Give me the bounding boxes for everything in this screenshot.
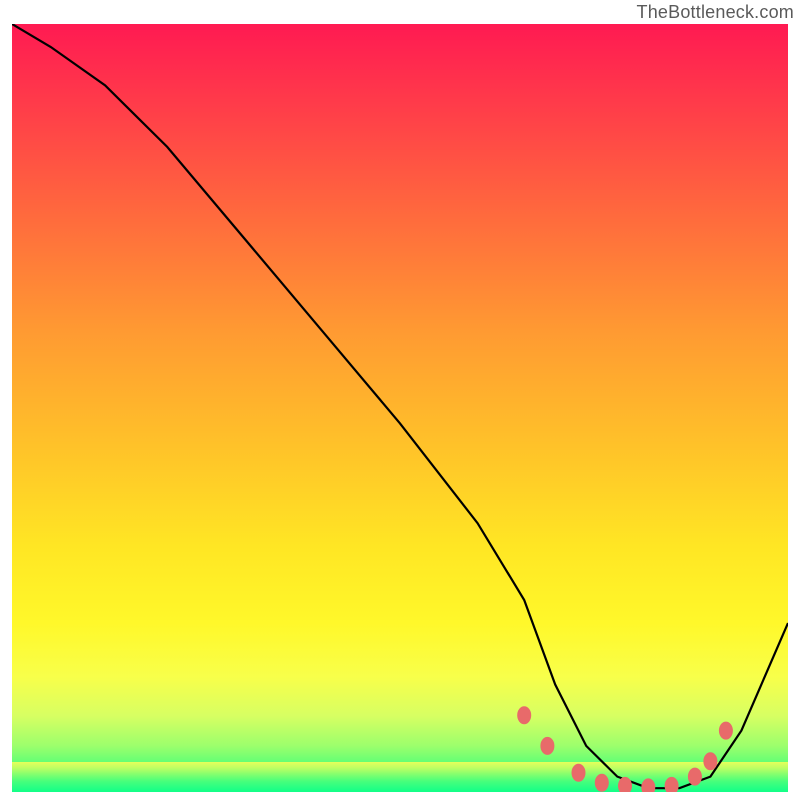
- highlight-markers: [517, 706, 733, 792]
- marker-dot: [641, 778, 655, 792]
- curve-svg: [12, 24, 788, 792]
- chart-container: TheBottleneck.com: [0, 0, 800, 800]
- plot-area: [12, 24, 788, 792]
- marker-dot: [572, 764, 586, 782]
- bottleneck-curve-path: [12, 24, 788, 788]
- marker-dot: [517, 706, 531, 724]
- marker-dot: [688, 768, 702, 786]
- marker-dot: [618, 777, 632, 792]
- marker-dot: [540, 737, 554, 755]
- marker-dot: [703, 752, 717, 770]
- marker-dot: [595, 774, 609, 792]
- attribution-label: TheBottleneck.com: [637, 2, 794, 23]
- marker-dot: [719, 722, 733, 740]
- marker-dot: [665, 777, 679, 792]
